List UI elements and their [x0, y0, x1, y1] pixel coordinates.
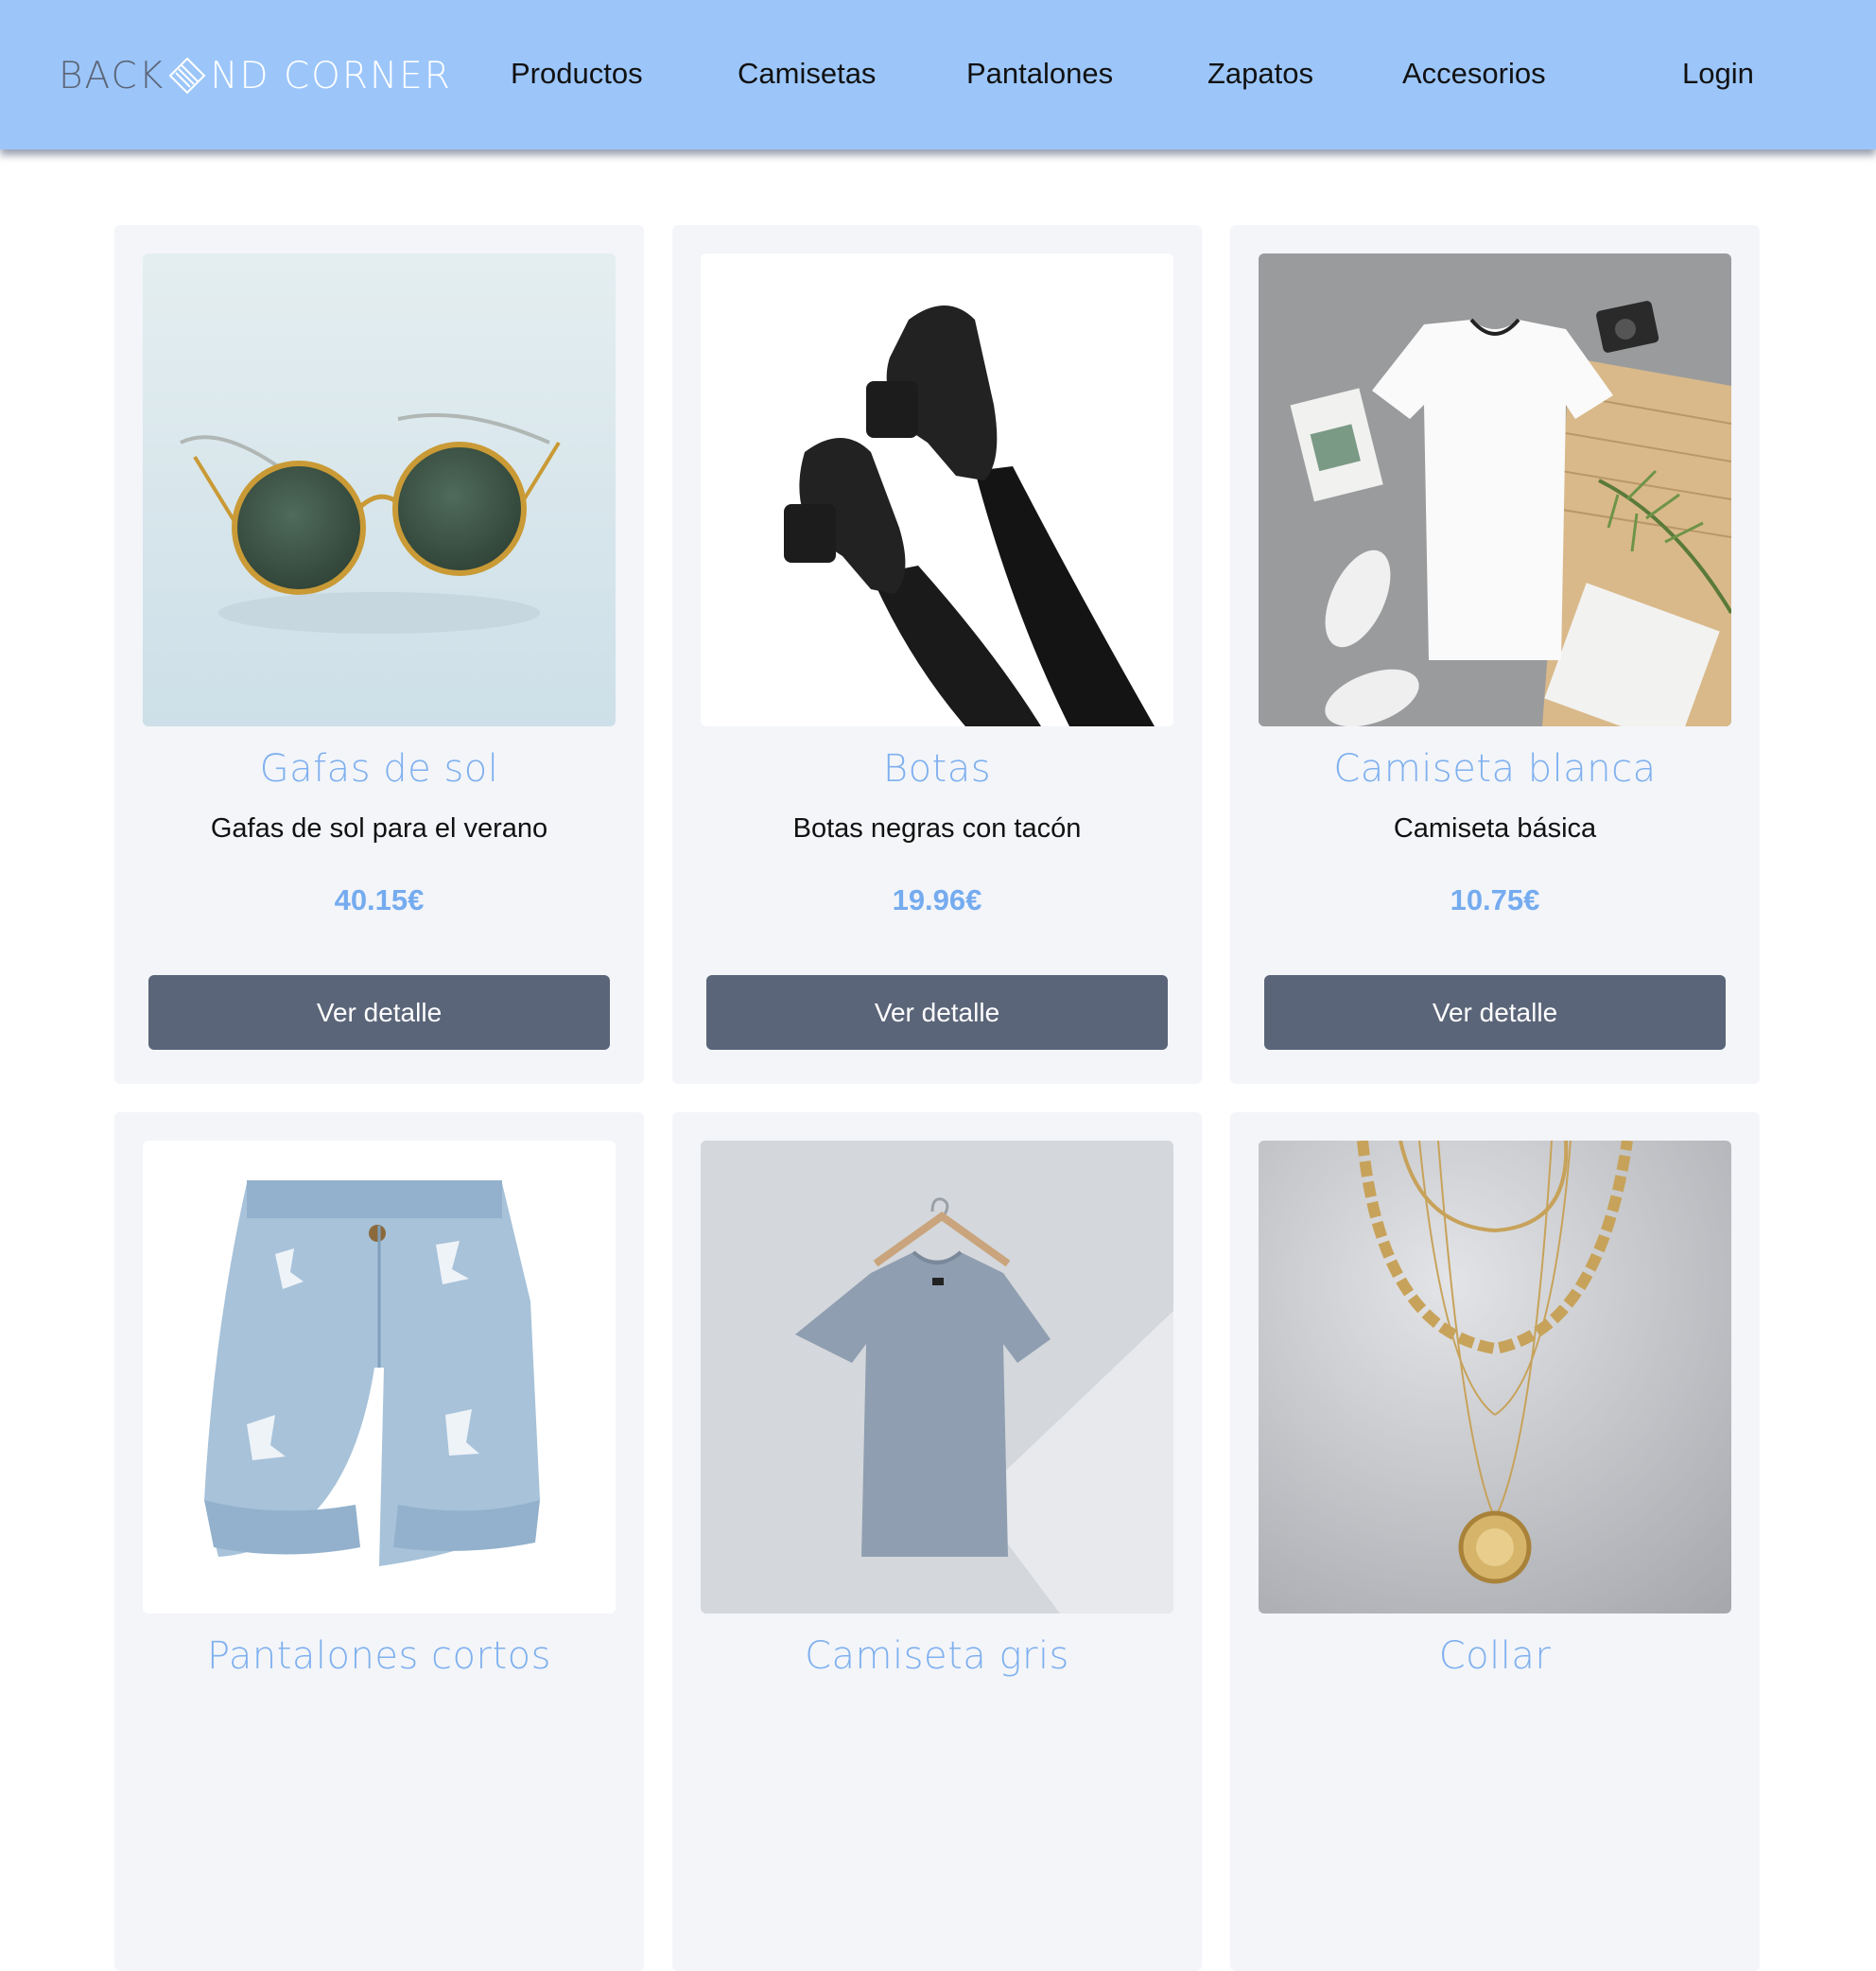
product-title[interactable]: Pantalones cortos [114, 1634, 644, 1678]
nav-link-pantalones[interactable]: Pantalones [966, 53, 1113, 95]
product-price: 10.75€ [1450, 883, 1540, 916]
product-card: Collar [1230, 1112, 1760, 1971]
grey-tshirt-photo[interactable] [701, 1141, 1173, 1613]
view-detail-button[interactable]: Ver detalle [148, 975, 610, 1050]
product-price: 40.15€ [334, 883, 425, 916]
product-card: Gafas de sol Gafas de sol para el verano… [114, 225, 644, 1084]
product-card: Camiseta gris [672, 1112, 1202, 1971]
nav-link-productos[interactable]: Productos [511, 53, 643, 95]
product-title[interactable]: Camiseta gris [672, 1634, 1202, 1678]
login-link[interactable]: Login [1682, 53, 1754, 95]
nav-link-zapatos[interactable]: Zapatos [1207, 53, 1313, 95]
brand-logo[interactable]: BACK ND CORNER [59, 49, 452, 102]
gold-necklace-photo[interactable] [1259, 1141, 1731, 1613]
view-detail-button[interactable]: Ver detalle [1264, 975, 1726, 1050]
product-description: Camiseta básica [1393, 813, 1597, 844]
product-title[interactable]: Botas [672, 747, 1202, 791]
product-card: Botas Botas negras con tacón 19.96€ Ver … [672, 225, 1202, 1084]
product-title[interactable]: Collar [1230, 1634, 1760, 1678]
view-detail-button[interactable]: Ver detalle [706, 975, 1168, 1050]
logo-diamond-icon [168, 57, 206, 95]
nav-link-accesorios[interactable]: Accesorios [1402, 53, 1546, 95]
white-tshirt-photo[interactable] [1259, 253, 1731, 726]
denim-shorts-photo[interactable] [143, 1141, 616, 1613]
nav-link-camisetas[interactable]: Camisetas [738, 53, 876, 95]
product-grid: Gafas de sol Gafas de sol para el verano… [114, 225, 1760, 1971]
product-description: Botas negras con tacón [792, 813, 1082, 844]
logo-text-back: BACK [59, 54, 165, 97]
product-description: Gafas de sol para el verano [210, 813, 548, 844]
logo-text-corner: ND CORNER [210, 54, 452, 97]
product-card: Pantalones cortos [114, 1112, 644, 1971]
product-price: 19.96€ [892, 883, 982, 916]
sunglasses-photo[interactable] [143, 253, 616, 726]
product-title[interactable]: Gafas de sol [114, 747, 644, 791]
top-navbar: BACK ND CORNER Productos Camisetas Panta… [0, 0, 1876, 149]
black-boots-photo[interactable] [701, 253, 1173, 726]
product-card: Camiseta blanca Camiseta básica 10.75€ V… [1230, 225, 1760, 1084]
product-title[interactable]: Camiseta blanca [1230, 747, 1760, 791]
